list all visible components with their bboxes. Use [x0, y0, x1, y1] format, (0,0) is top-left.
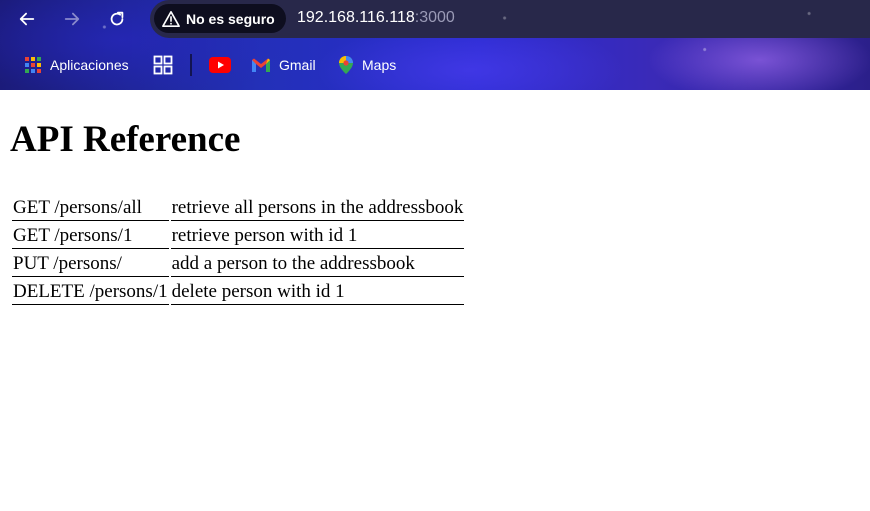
- bookmark-label: Gmail: [279, 57, 316, 73]
- back-arrow-icon: [19, 12, 35, 26]
- description-cell: retrieve person with id 1: [170, 223, 465, 249]
- browser-chrome: No es seguro 192.168.116.118:3000 Aplica…: [0, 0, 870, 90]
- api-table: GET /persons/all retrieve all persons in…: [10, 193, 466, 307]
- bookmark-aplicaciones[interactable]: Aplicaciones: [24, 54, 129, 76]
- endpoint-cell: GET /persons/1: [12, 223, 169, 249]
- url-port: :3000: [414, 9, 455, 26]
- gmail-icon: [252, 58, 270, 72]
- security-label: No es seguro: [186, 10, 275, 27]
- tab-groups-icon: [153, 55, 173, 75]
- table-row: GET /persons/1 retrieve person with id 1: [12, 223, 465, 249]
- page-content: API Reference GET /persons/all retrieve …: [0, 90, 870, 511]
- warning-triangle-icon: [162, 10, 180, 27]
- reload-icon: [110, 11, 124, 26]
- security-chip[interactable]: No es seguro: [154, 4, 286, 33]
- endpoint-cell: PUT /persons/: [12, 251, 169, 277]
- table-row: DELETE /persons/1 delete person with id …: [12, 279, 465, 305]
- bookmark-separator: [190, 54, 192, 76]
- url-text[interactable]: 192.168.116.118:3000: [297, 9, 455, 27]
- table-row: GET /persons/all retrieve all persons in…: [12, 195, 465, 221]
- bookmark-label: Maps: [362, 57, 397, 73]
- reload-button[interactable]: [104, 6, 130, 32]
- table-row: PUT /persons/ add a person to the addres…: [12, 251, 465, 277]
- bookmark-label: Aplicaciones: [50, 57, 129, 73]
- forward-button[interactable]: [59, 6, 85, 32]
- description-cell: delete person with id 1: [170, 279, 465, 305]
- page-title: API Reference: [10, 119, 241, 160]
- youtube-icon: [209, 57, 231, 73]
- endpoint-cell: GET /persons/all: [12, 195, 169, 221]
- maps-pin-icon: [339, 56, 353, 74]
- bookmark-maps[interactable]: Maps: [338, 54, 396, 76]
- bookmark-youtube[interactable]: [209, 54, 239, 76]
- bookmark-tab-groups[interactable]: [153, 54, 181, 76]
- back-button[interactable]: [14, 6, 40, 32]
- bookmark-gmail[interactable]: Gmail: [251, 54, 316, 76]
- apps-grid-icon: [25, 57, 41, 73]
- url-host: 192.168.116.118: [297, 9, 415, 26]
- description-cell: add a person to the addressbook: [170, 251, 465, 277]
- bookmarks-bar: Aplicaciones Gmail Maps: [0, 44, 870, 84]
- description-cell: retrieve all persons in the addressbook: [170, 195, 465, 221]
- endpoint-cell: DELETE /persons/1: [12, 279, 169, 305]
- forward-arrow-icon: [64, 12, 80, 26]
